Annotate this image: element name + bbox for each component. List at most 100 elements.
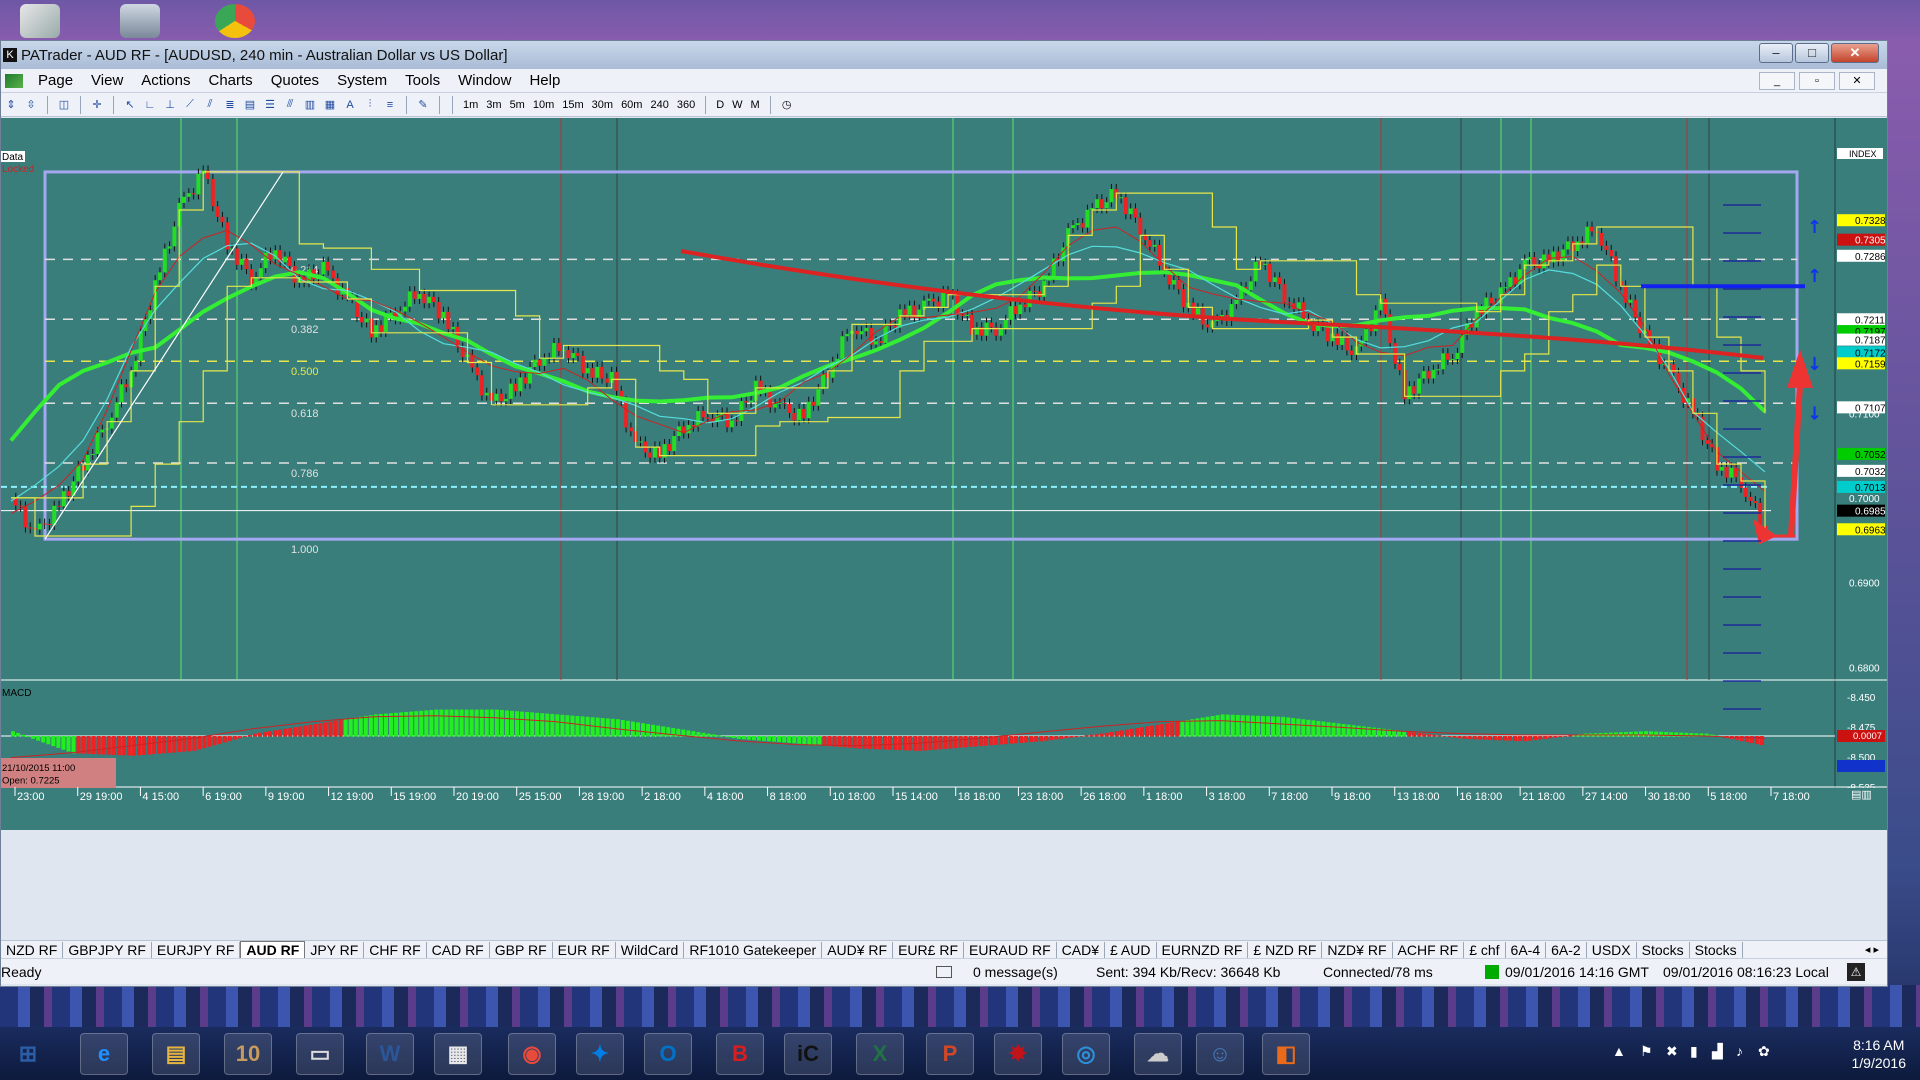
tab-stocks[interactable]: Stocks [1690, 941, 1743, 958]
powerpoint-icon[interactable]: P [926, 1033, 974, 1075]
tab-nzd-rf[interactable]: NZD¥ RF [1322, 941, 1393, 958]
action-center-icon[interactable]: ⚑ [1640, 1043, 1653, 1060]
price-chart[interactable]: 0.2140.3820.5000.6180.7861.000↑↑↓↓DataLo… [1, 118, 1888, 830]
chrome-icon[interactable]: ◉ [508, 1033, 556, 1075]
network-icon[interactable]: ▟ [1712, 1043, 1723, 1060]
menu-charts[interactable]: Charts [200, 69, 262, 93]
horizontal-line-tool-icon[interactable]: ∟ [141, 96, 159, 114]
internet-explorer-icon[interactable]: e [80, 1033, 128, 1075]
chrome-desktop-icon[interactable] [215, 4, 255, 38]
menu-view[interactable]: View [82, 69, 132, 93]
menu-quotes[interactable]: Quotes [262, 69, 328, 93]
outlook-icon[interactable]: O [644, 1033, 692, 1075]
compress-icon[interactable]: ⇕ [2, 96, 20, 114]
tab-6a-4[interactable]: 6A-4 [1506, 941, 1547, 958]
timeframe-daily[interactable]: D [712, 99, 728, 111]
trendline-tool-icon[interactable]: ⟋ [181, 96, 199, 114]
grid-tool-icon[interactable]: ▦ [321, 96, 339, 114]
tab-stocks[interactable]: Stocks [1637, 941, 1690, 958]
chart-type-icon[interactable]: ◫ [55, 96, 73, 114]
tab-nzd-rf[interactable]: £ NZD RF [1248, 941, 1323, 958]
chart-area[interactable]: 0.214 0.382 0.500 0.618 0.786 1.000 ↑ ↑ ↓ ↓ Data Lo… [1, 118, 1888, 830]
tab-chf[interactable]: £ chf [1464, 941, 1506, 958]
circle-app-icon[interactable]: ◎ [1062, 1033, 1110, 1075]
pointer-icon[interactable]: ↖ [121, 96, 139, 114]
timeframe-360[interactable]: 360 [673, 99, 699, 111]
draw-tool-icon[interactable]: ✎ [414, 96, 432, 114]
ic-app-icon[interactable]: iC [784, 1033, 832, 1075]
taskbar-clock[interactable]: 8:16 AM 1/9/2016 [1852, 1036, 1907, 1072]
b-app-icon[interactable]: B [716, 1033, 764, 1075]
tab-aud-rf[interactable]: AUD RF [240, 941, 306, 958]
maximize-button[interactable]: □ [1795, 43, 1829, 63]
tab-eur-rf[interactable]: EUR£ RF [893, 941, 964, 958]
tab-aud[interactable]: £ AUD [1105, 941, 1157, 958]
excel-icon[interactable]: X [856, 1033, 904, 1075]
timeframe-15m[interactable]: 15m [558, 99, 587, 111]
text-tool-icon[interactable]: A [341, 96, 359, 114]
timeframe-5m[interactable]: 5m [506, 99, 529, 111]
fibonacci-tool-icon[interactable]: ≣ [221, 96, 239, 114]
power-icon[interactable]: ▮ [1690, 1043, 1698, 1060]
alert-icon[interactable]: ⚠ [1847, 963, 1865, 981]
tab-gbpjpy-rf[interactable]: GBPJPY RF [63, 941, 152, 958]
menu-page[interactable]: Page [29, 69, 82, 93]
tab-chf-rf[interactable]: CHF RF [364, 941, 427, 958]
calendar-app-icon[interactable]: 10 [224, 1033, 272, 1075]
users-app-icon[interactable]: ☺ [1196, 1033, 1244, 1075]
mdi-restore-button[interactable]: ▫ [1799, 72, 1835, 90]
office-app-icon[interactable]: ◧ [1262, 1033, 1310, 1075]
tab-scroll-arrows-icon[interactable]: ◂ ▸ [1857, 943, 1887, 956]
envelope-icon[interactable] [936, 966, 952, 978]
tab-cad-rf[interactable]: CAD RF [427, 941, 490, 958]
cycles-tool-icon[interactable]: ⫶ [361, 96, 379, 114]
timeframe-1m[interactable]: 1m [459, 99, 482, 111]
patrader-app-icon[interactable]: K [3, 48, 17, 62]
blank-window-icon[interactable]: ▭ [296, 1033, 344, 1075]
timeframe-weekly[interactable]: W [728, 99, 746, 111]
channel-tool-icon[interactable]: ⫽ [201, 96, 219, 114]
mdi-close-button[interactable]: ✕ [1839, 72, 1875, 90]
patrader-icon[interactable]: ▦ [434, 1033, 482, 1075]
menu-actions[interactable]: Actions [132, 69, 199, 93]
volume-icon[interactable]: ♪ [1736, 1043, 1743, 1059]
tab-nzd-rf[interactable]: NZD RF [1, 941, 64, 958]
tab-cad[interactable]: CAD¥ [1057, 941, 1106, 958]
minimize-button[interactable]: ‒ [1759, 43, 1793, 63]
gann-tool-icon[interactable]: ▥ [301, 96, 319, 114]
dropbox-icon[interactable]: ✦ [576, 1033, 624, 1075]
sync-icon[interactable]: ✿ [1758, 1043, 1770, 1060]
fan-tool-icon[interactable]: ⫻ [281, 96, 299, 114]
desktop-shortcut-icon[interactable] [20, 4, 60, 38]
tab-eurnzd-rf[interactable]: EURNZD RF [1157, 941, 1249, 958]
tab-usdx[interactable]: USDX [1587, 941, 1637, 958]
timeframe-60m[interactable]: 60m [617, 99, 646, 111]
vertical-line-tool-icon[interactable]: ⊥ [161, 96, 179, 114]
clock-icon[interactable]: ◷ [778, 96, 796, 114]
menu-help[interactable]: Help [520, 69, 569, 93]
file-explorer-icon[interactable]: ▤ [152, 1033, 200, 1075]
chart-menu-icon[interactable] [5, 73, 23, 88]
menu-tools[interactable]: Tools [396, 69, 449, 93]
menu-system[interactable]: System [328, 69, 396, 93]
status-messages[interactable]: 0 message(s) [973, 964, 1058, 980]
crosshair-icon[interactable]: ✛ [88, 96, 106, 114]
tab-jpy-rf[interactable]: JPY RF [305, 941, 365, 958]
tab-wildcard[interactable]: WildCard [616, 941, 685, 958]
tab-gbp-rf[interactable]: GBP RF [490, 941, 553, 958]
tab-rf1010-gatekeeper[interactable]: RF1010 Gatekeeper [684, 941, 823, 958]
levels-tool-icon[interactable]: ≡ [381, 96, 399, 114]
tab-eur-rf[interactable]: EUR RF [553, 941, 616, 958]
menu-window[interactable]: Window [449, 69, 520, 93]
timeframe-3m[interactable]: 3m [482, 99, 505, 111]
tab-6a-2[interactable]: 6A-2 [1546, 941, 1587, 958]
eagle-app-icon[interactable]: ✸ [994, 1033, 1042, 1075]
mdi-minimize-button[interactable]: _ [1759, 72, 1795, 90]
tab-eurjpy-rf[interactable]: EURJPY RF [152, 941, 241, 958]
timeframe-10m[interactable]: 10m [529, 99, 558, 111]
timeframe-monthly[interactable]: M [747, 99, 764, 111]
timeframe-240[interactable]: 240 [646, 99, 672, 111]
tab-achf-rf[interactable]: ACHF RF [1393, 941, 1465, 958]
fib-levels-tool-icon[interactable]: ☰ [261, 96, 279, 114]
expand-icon[interactable]: ⇳ [22, 96, 40, 114]
